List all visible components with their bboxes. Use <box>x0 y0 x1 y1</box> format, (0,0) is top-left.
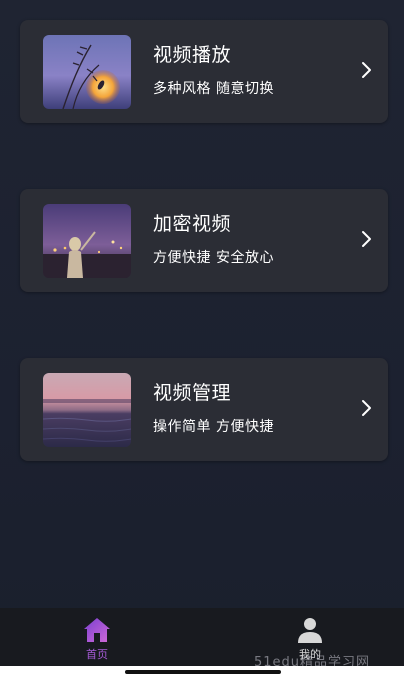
encrypted-video-card[interactable]: 加密视频 方便快捷 安全放心 <box>20 189 388 292</box>
encrypted-video-thumbnail <box>43 204 131 278</box>
person-icon <box>295 616 325 644</box>
video-play-thumbnail <box>43 35 131 109</box>
screen: 视频播放 多种风格 随意切换 加密视频 方便快捷 安全放心 视频管理 操作简单 … <box>0 0 404 678</box>
card-title: 加密视频 <box>153 213 232 235</box>
chevron-right-icon[interactable] <box>360 60 374 80</box>
video-manage-thumbnail <box>43 373 131 447</box>
video-manage-card[interactable]: 视频管理 操作简单 方便快捷 <box>20 358 388 461</box>
system-home-bar <box>0 666 404 678</box>
chevron-right-icon[interactable] <box>360 229 374 249</box>
home-indicator[interactable] <box>125 670 281 674</box>
card-subtitle: 方便快捷 安全放心 <box>153 250 274 266</box>
card-subtitle: 多种风格 随意切换 <box>153 81 274 97</box>
card-title: 视频管理 <box>153 382 232 404</box>
home-icon <box>82 616 112 644</box>
tab-home-label: 首页 <box>86 648 108 661</box>
card-title: 视频播放 <box>153 44 232 66</box>
card-subtitle: 操作简单 方便快捷 <box>153 419 274 435</box>
tab-home[interactable]: 首页 <box>67 616 127 664</box>
video-play-card[interactable]: 视频播放 多种风格 随意切换 <box>20 20 388 123</box>
chevron-right-icon[interactable] <box>360 398 374 418</box>
